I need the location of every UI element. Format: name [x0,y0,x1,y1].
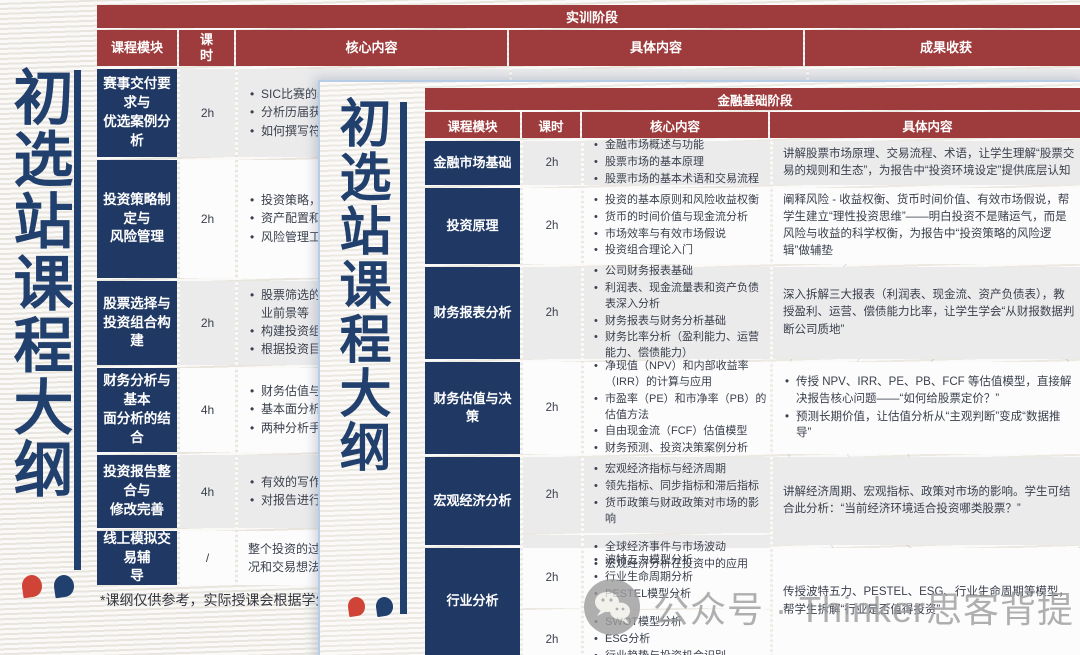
col-header-module: 课程模块 [97,30,177,66]
hours-cell: 2h [523,457,581,533]
table-row: 投资原理 2h 投资的基本原则和风险收益权衡 货币的时间价值与现金流分析 市场效… [425,188,1080,264]
core-content-cell: 公司财务报表基础 利润表、现金流量表和资产负债表深入分析 财务报表与财务分析基础… [584,267,770,359]
hours-cell: 4h [180,368,235,452]
quote-icon [348,597,393,621]
module-cell: 行业分析 [425,548,520,655]
table-row: 金融市场基础 2h 金融市场概述与功能 股票市场的基本原理 股票市场的基本术语和… [425,141,1080,185]
hours-cell: 2h [180,160,235,278]
table-header-row: 课程模块 课时 核心内容 具体内容 [425,112,1080,138]
module-cell: 财务估值与决 策 [425,362,520,454]
module-cell: 投资策略制定与 风险管理 [97,160,177,278]
module-cell: 财务分析与基本 面分析的结合 [97,368,177,452]
col-header-result: 成果收获 [805,30,1080,66]
hours-cell: 2h [523,141,581,185]
hours-cell: 2h [180,281,235,365]
quote-dot-navy-icon [375,596,394,617]
col-header-detail: 具体内容 [509,30,803,66]
core-content-cell: 净现值（NPV）和内部收益率（IRR）的计算与应用 市盈率（PE）和市净率（PB… [584,362,770,454]
stage-title-bar: 实训阶段 [97,5,1080,28]
col-header-module: 课程模块 [425,112,520,138]
hours-cell: 2h [523,548,581,608]
core-content-cell: 投资的基本原则和风险收益权衡 货币的时间价值与现金流分析 市场效率与有效市场假说… [584,188,770,264]
hours-cell: 2h [523,188,581,264]
col-header-core: 核心内容 [236,30,507,66]
detail-cell: 讲解股票市场原理、交易流程、术语，让学生理解“股票交易的规则和生态”，为报告中“… [773,141,1080,185]
core-content-cell: 宏观经济指标与经济周期 领先指标、同步指标和滞后指标 货币政策与财政政策对市场的… [584,457,770,533]
quote-dot-navy-icon [53,574,76,599]
page-title-vertical: 初选站课程大纲 [334,96,386,474]
col-header-core: 核心内容 [582,112,768,138]
col-header-detail: 具体内容 [770,112,1080,138]
module-cell: 财务报表分析 [425,267,520,359]
footnote: *课纲仅供参考，实际授课会根据学生 [100,590,329,610]
module-cell: 投资原理 [425,188,520,264]
foreground-slide: 初选站课程大纲 金融基础阶段 课程模块 课时 核心内容 具体内容 金融市场基础 … [318,80,1080,655]
detail-cell: 深入拆解三大报表（利润表、现金流、资产负债表），教授盈利、运营、偿债能力比率，让… [773,267,1080,359]
quote-dot-red-icon [347,596,366,617]
core-content-cell: SWOT模型分析 ESG分析 行业趋势与投资机会识别 [584,610,770,655]
core-content-cell: 金融市场概述与功能 股票市场的基本原理 股票市场的基本术语和交易流程 [584,141,770,185]
hours-cell: 4h [180,455,235,528]
module-cell: 赛事交付要求与 优选案例分析 [97,69,177,157]
hours-cell: 2h [180,69,235,157]
table-row: 宏观经济分析 2h 宏观经济指标与经济周期 领先指标、同步指标和滞后指标 货币政… [425,457,1080,545]
detail-cell: 传授波特五力、PESTEL、ESG、行业生命周期等模型，帮学生拆解“行业是否值得… [773,548,1080,655]
hours-cell: 2h [523,362,581,454]
table-row: 行业分析 2h 波特五力模型分析 行业生命周期分析 PESTEL模型分析 [425,548,1080,655]
detail-cell: 阐释风险 - 收益权衡、货币时间价值、有效市场假说，帮学生建立“理性投资思维”—… [773,188,1080,264]
col-header-hours: 课时 [179,30,234,66]
hours-cell: 2h [523,610,581,655]
hours-cell: / [180,531,235,585]
hours-cell: 2h [523,267,581,359]
quote-dot-red-icon [21,574,44,599]
module-cell: 宏观经济分析 [425,457,520,545]
title-divider-bar [74,70,81,570]
table-row: 财务估值与决 策 2h 净现值（NPV）和内部收益率（IRR）的计算与应用 市盈… [425,362,1080,454]
stage-title-bar: 金融基础阶段 [425,88,1080,110]
module-cell: 线上模拟交易辅 导 [97,531,177,585]
subrow-column: 2h 宏观经济指标与经济周期 领先指标、同步指标和滞后指标 货币政策与财政政策对… [523,457,770,545]
detail-cell: 讲解经济周期、宏观指标、政策对市场的影响。学生可结合此分析：“当前经济环境适合投… [773,457,1080,545]
quote-icon [22,575,74,602]
core-content-cell: 波特五力模型分析 行业生命周期分析 PESTEL模型分析 [584,548,770,608]
module-cell: 金融市场基础 [425,141,520,185]
table-row: 财务报表分析 2h 公司财务报表基础 利润表、现金流量表和资产负债表深入分析 财… [425,267,1080,359]
table-header-row: 课程模块 课时 核心内容 具体内容 成果收获 [97,30,1080,66]
slide-canvas: 初选站课程大纲 实训阶段 课程模块 课时 核心内容 具体内容 成果收获 赛事交付… [0,0,1080,655]
title-divider-bar [400,102,407,614]
module-cell: 投资报告整合与 修改完善 [97,455,177,528]
finance-basics-table: 金融基础阶段 课程模块 课时 核心内容 具体内容 金融市场基础 2h 金融市场概… [425,88,1080,655]
page-title-vertical: 初选站课程大纲 [8,66,68,500]
module-cell: 股票选择与 投资组合构建 [97,281,177,365]
subrow-column: 2h 波特五力模型分析 行业生命周期分析 PESTEL模型分析 2h [523,548,770,655]
detail-cell: 传授 NPV、IRR、PE、PB、FCF 等估值模型，直接解决报告核心问题——“… [773,362,1080,454]
col-header-hours: 课时 [522,112,580,138]
